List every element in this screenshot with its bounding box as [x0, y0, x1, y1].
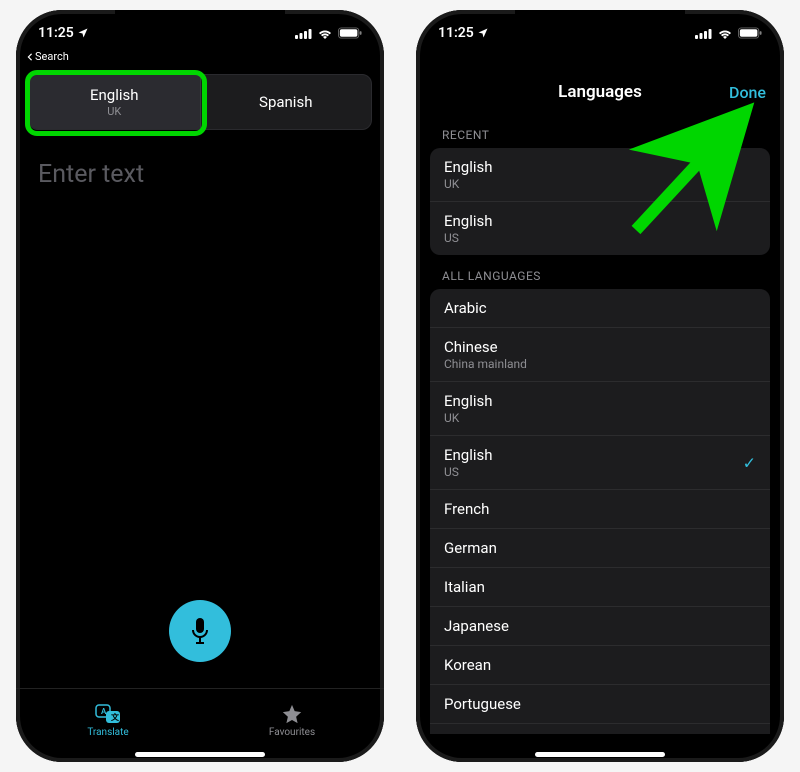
language-row[interactable]: Russian [430, 724, 770, 734]
language-name: Portuguese [444, 695, 756, 713]
microphone-button[interactable] [169, 600, 231, 662]
language-name: German [444, 539, 756, 557]
language-region: US [444, 465, 756, 479]
notch [515, 10, 685, 38]
battery-icon [738, 27, 762, 39]
language-row[interactable]: Korean [430, 646, 770, 685]
microphone-icon [188, 617, 212, 645]
language-row[interactable]: EnglishUK [430, 148, 770, 202]
language-name: English [444, 212, 756, 230]
translate-input-area[interactable]: Enter text [28, 146, 372, 576]
language-row[interactable]: ChineseChina mainland [430, 328, 770, 382]
translate-icon: A文 [95, 703, 121, 725]
language-name: Japanese [444, 617, 756, 635]
language-row[interactable]: Italian [430, 568, 770, 607]
phone-languages: 11:25 Languages Done RECENT EnglishUKEng… [416, 10, 784, 762]
target-language-label: Spanish [259, 93, 312, 111]
recent-section: EnglishUKEnglishUS [430, 148, 770, 255]
tab-favourites-label: Favourites [269, 727, 315, 738]
tab-translate[interactable]: A文 Translate [16, 689, 200, 752]
svg-text:A: A [101, 707, 107, 716]
all-languages-section: ArabicChineseChina mainlandEnglishUKEngl… [430, 289, 770, 734]
location-icon [77, 27, 89, 39]
section-header-recent: RECENT [416, 114, 784, 148]
language-row[interactable]: EnglishUS✓ [430, 436, 770, 490]
language-row[interactable]: German [430, 529, 770, 568]
language-region: UK [444, 177, 756, 191]
nav-title: Languages [558, 82, 642, 102]
language-row[interactable]: EnglishUS [430, 202, 770, 255]
language-name: Korean [444, 656, 756, 674]
back-to-search[interactable]: Search [26, 50, 69, 63]
source-language-label: English [90, 86, 139, 104]
section-header-all: ALL LANGUAGES [416, 255, 784, 289]
language-name: French [444, 500, 756, 518]
language-name: English [444, 446, 756, 464]
language-name: English [444, 392, 756, 410]
status-time: 11:25 [38, 25, 74, 41]
nav-bar: Languages Done [416, 70, 784, 114]
status-time: 11:25 [438, 25, 474, 41]
battery-icon [338, 27, 362, 39]
wifi-icon [317, 27, 333, 39]
tab-translate-label: Translate [87, 727, 128, 738]
language-row[interactable]: Japanese [430, 607, 770, 646]
source-language-sublabel: UK [107, 105, 121, 118]
language-region: China mainland [444, 357, 756, 371]
languages-screen: Languages Done RECENT EnglishUKEnglishUS… [416, 10, 784, 762]
phone-translate: 11:25 Search English UK Spa [16, 10, 384, 762]
language-name: Arabic [444, 299, 756, 317]
cellular-icon [295, 28, 312, 39]
language-pair-bar: English UK Spanish [28, 74, 372, 130]
star-icon [281, 703, 303, 725]
input-placeholder: Enter text [38, 160, 144, 189]
language-list[interactable]: RECENT EnglishUKEnglishUS ALL LANGUAGES … [416, 114, 784, 734]
home-indicator[interactable] [535, 752, 665, 757]
cellular-icon [695, 28, 712, 39]
tab-favourites[interactable]: Favourites [200, 689, 384, 752]
translate-screen: Search English UK Spanish Enter text [16, 10, 384, 762]
tab-bar: A文 Translate Favourites [16, 688, 384, 752]
screenshot-stage: 11:25 Search English UK Spa [0, 0, 800, 772]
language-row[interactable]: Portuguese [430, 685, 770, 724]
language-name: Italian [444, 578, 756, 596]
language-region: US [444, 231, 756, 245]
svg-text:文: 文 [111, 712, 120, 722]
language-region: UK [444, 411, 756, 425]
notch [115, 10, 285, 38]
language-name: Chinese [444, 338, 756, 356]
source-language-button[interactable]: English UK [29, 75, 200, 129]
language-name: English [444, 158, 756, 176]
language-row[interactable]: EnglishUK [430, 382, 770, 436]
done-button[interactable]: Done [729, 83, 766, 102]
target-language-button[interactable]: Spanish [201, 75, 372, 129]
checkmark-icon: ✓ [743, 453, 756, 472]
home-indicator[interactable] [135, 752, 265, 757]
wifi-icon [717, 27, 733, 39]
location-icon [477, 27, 489, 39]
back-label: Search [35, 50, 69, 63]
language-row[interactable]: French [430, 490, 770, 529]
language-row[interactable]: Arabic [430, 289, 770, 328]
